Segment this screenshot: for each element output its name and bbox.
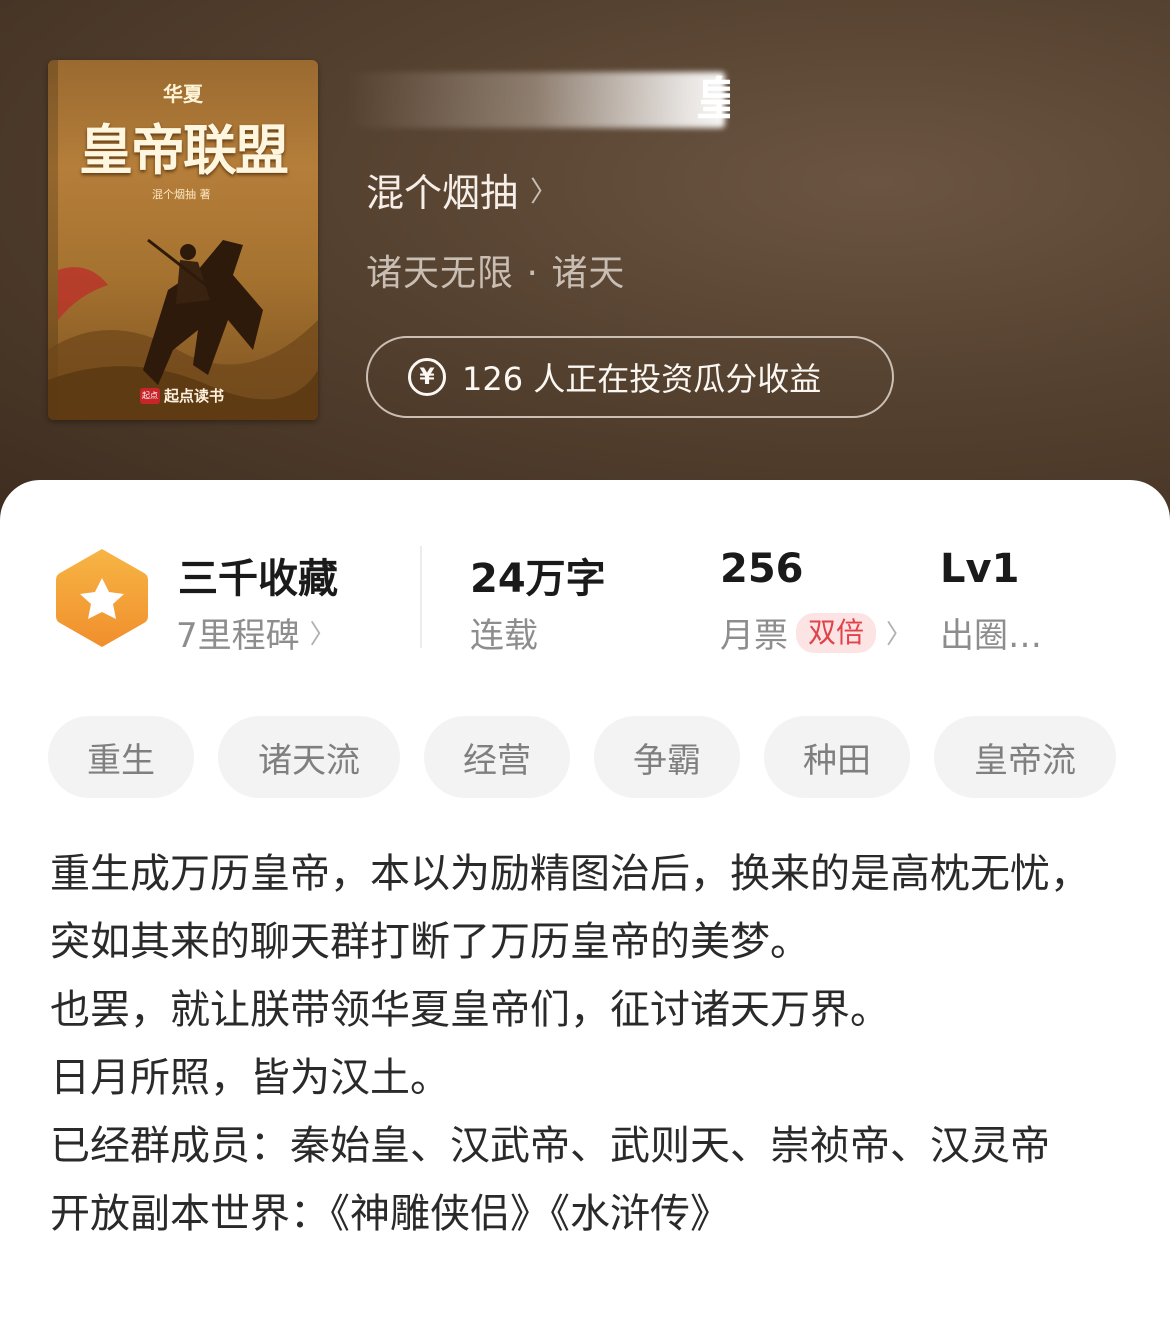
invest-button[interactable]: ¥ 126 人正在投资瓜分收益: [366, 336, 894, 418]
word-count: 24万字: [470, 556, 606, 602]
author-name: 混个烟抽: [366, 171, 519, 215]
book-title-fragment: 皇: [696, 72, 730, 126]
invest-label: 126 人正在投资瓜分收益: [462, 360, 822, 398]
publisher-logo: 起点 起点读书: [140, 387, 225, 405]
intro-line: 日月所照，皆为汉土。: [50, 1055, 450, 1101]
tag-chip[interactable]: 皇帝流: [934, 716, 1116, 798]
stats-divider: [420, 546, 422, 648]
tag-chip[interactable]: 重生: [48, 716, 194, 798]
chevron-right-icon: 〉: [530, 174, 559, 208]
level-sub: 出圈…: [940, 616, 1042, 656]
intro-line: 重生成万历皇帝，本以为励精图治后，换来的是高枕无忧，突如其来的聊天群打断了万历皇…: [50, 851, 1090, 965]
level-value: Lv1: [940, 546, 1020, 592]
tag-list: 重生 诸天流 经营 争霸 种田 皇帝流: [48, 716, 1116, 798]
tag-chip[interactable]: 经营: [424, 716, 570, 798]
serial-status: 连载: [470, 616, 538, 656]
book-cover[interactable]: 华夏 皇帝联盟 混个烟抽 著 起点 起点读书: [48, 60, 318, 420]
chevron-right-icon: 〉: [309, 620, 336, 650]
monthly-ticket-link[interactable]: 月票 双倍 〉: [720, 608, 912, 657]
star-badge-icon[interactable]: [52, 546, 152, 650]
tag-chip[interactable]: 争霸: [594, 716, 740, 798]
double-badge: 双倍: [796, 612, 877, 653]
chevron-right-icon: 〉: [886, 620, 913, 650]
book-info-card: 三千收藏 7里程碑 〉 24万字 连载 256 月票 双倍 〉 Lv1 出圈… …: [0, 480, 1170, 1332]
intro-line: 也罢，就让朕带领华夏皇帝们，征讨诸天万界。: [50, 987, 890, 1033]
intro-line: 开放副本世界：《神雕侠侣》《水浒传》: [50, 1191, 730, 1237]
tag-chip[interactable]: 种田: [764, 716, 910, 798]
cover-title: 皇帝联盟: [79, 119, 289, 182]
book-title-blurred: [345, 72, 725, 128]
book-header: 华夏 皇帝联盟 混个烟抽 著 起点 起点读书 皇 混个烟抽 〉 诸天无限 · 诸…: [0, 0, 1170, 520]
book-intro[interactable]: 重生成万历皇帝，本以为励精图治后，换来的是高枕无忧，突如其来的聊天群打断了万历皇…: [50, 840, 1122, 1248]
milestone-link[interactable]: 7里程碑 〉: [176, 608, 336, 657]
collection-label: 三千收藏: [178, 556, 338, 602]
book-genre: 诸天无限 · 诸天: [366, 253, 626, 294]
yen-icon: ¥: [408, 358, 446, 396]
tag-chip[interactable]: 诸天流: [218, 716, 400, 798]
book-detail-page: 华夏 皇帝联盟 混个烟抽 著 起点 起点读书 皇 混个烟抽 〉 诸天无限 · 诸…: [0, 0, 1170, 1332]
author-link[interactable]: 混个烟抽 〉: [366, 162, 558, 217]
stats-row: 三千收藏 7里程碑 〉 24万字 连载 256 月票 双倍 〉 Lv1 出圈…: [0, 538, 1170, 658]
cover-series: 华夏: [163, 82, 203, 106]
monthly-ticket-count: 256: [720, 546, 804, 592]
intro-line: 已经群成员：秦始皇、汉武帝、武则天、崇祯帝、汉灵帝: [50, 1123, 1050, 1169]
